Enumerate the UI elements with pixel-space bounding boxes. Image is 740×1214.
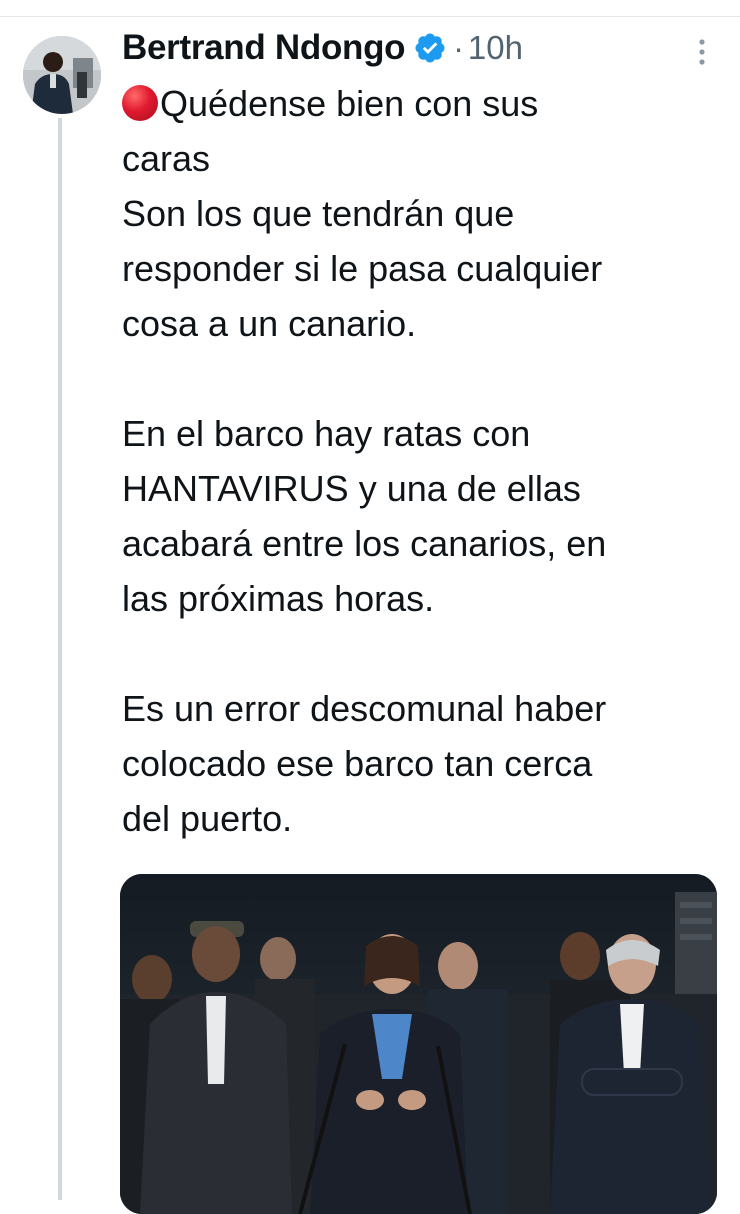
tweet-line: colocado ese barco tan cerca [122,743,593,784]
tweet-line: En el barco hay ratas con [122,413,531,454]
tweet-line: Es un error descomunal haber [122,688,607,729]
tweet-line: cosa a un canario. [122,303,417,344]
red-circle-emoji-icon [122,85,158,121]
tweet-media-photo[interactable] [120,874,717,1214]
top-divider [0,16,740,17]
avatar[interactable] [23,36,101,114]
tweet-line: del puerto. [122,798,293,839]
tweet-text: Quédense bien con sus caras Son los que … [122,76,722,846]
tweet-paragraph: Quédense bien con sus caras Son los que … [122,76,722,351]
thread-line [58,118,62,1200]
tweet-paragraph: Es un error descomunal haber colocado es… [122,681,722,846]
tweet-line: las próximas horas. [122,578,435,619]
tweet-line: Son los que tendrán que [122,193,515,234]
tweet-line: Quédense bien con sus [122,76,722,131]
tweet-line: HANTAVIRUS y una de ellas [122,468,581,509]
more-options-icon[interactable] [690,34,714,74]
tweet-line: caras [122,138,211,179]
tweet-header: Bertrand Ndongo · 10h [122,26,523,70]
tweet-line: acabará entre los canarios, en [122,523,607,564]
tweet-line: responder si le pasa cualquier [122,248,603,289]
tweet-paragraph: En el barco hay ratas con HANTAVIRUS y u… [122,406,722,626]
author-name[interactable]: Bertrand Ndongo [122,28,406,68]
separator-dot: · [453,29,464,66]
timestamp[interactable]: 10h [468,29,523,67]
verified-badge-icon[interactable] [413,31,447,65]
